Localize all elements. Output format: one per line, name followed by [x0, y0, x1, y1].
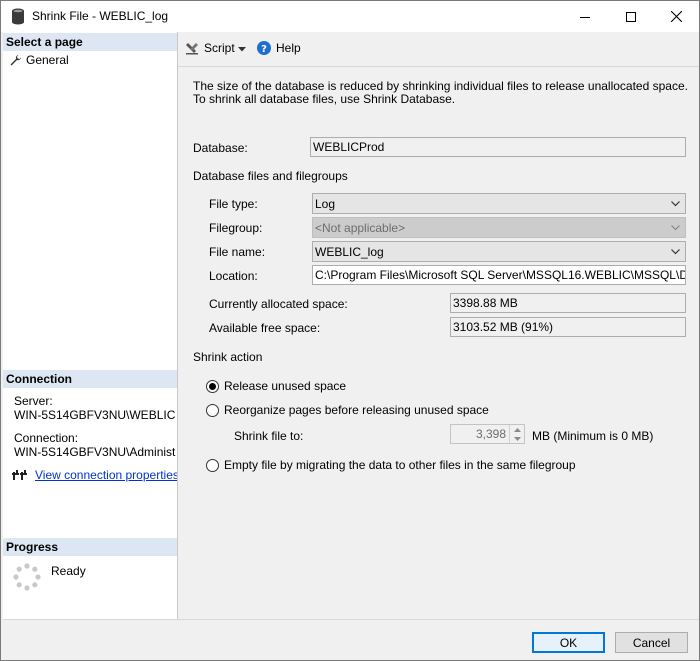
chevron-down-icon: [671, 249, 680, 255]
empty-file-label: Empty file by migrating the data to othe…: [224, 458, 576, 472]
free-space-field: 3103.52 MB (91%): [450, 317, 686, 337]
allocated-space-label: Currently allocated space:: [209, 297, 348, 311]
database-icon: [11, 8, 25, 25]
page-item-general[interactable]: General: [9, 52, 69, 68]
script-dropdown-arrow-icon[interactable]: [238, 47, 246, 52]
shrink-file-dialog: Shrink File - WEBLIC_log Select a page G…: [0, 0, 700, 661]
database-field: WEBLICProd: [310, 137, 686, 157]
script-button[interactable]: Script: [185, 41, 235, 55]
filegroup-label: Filegroup:: [209, 221, 263, 235]
window-title: Shrink File - WEBLIC_log: [32, 9, 169, 23]
progress-spinner-icon: [13, 563, 41, 591]
progress-status: Ready: [51, 564, 86, 578]
cancel-button[interactable]: Cancel: [615, 632, 688, 653]
server-value: WIN-5S14GBFV3NU\WEBLIC: [14, 408, 176, 422]
shrink-file-to-stepper: 3,398: [450, 424, 525, 444]
minimize-icon: [580, 16, 590, 18]
script-icon: [186, 42, 198, 54]
allocated-space-field: 3398.88 MB: [450, 293, 686, 313]
stepper-buttons: [509, 425, 524, 443]
close-icon: [670, 11, 682, 22]
view-connection-row: View connection properties: [12, 468, 179, 482]
file-name-dropdown[interactable]: WEBLIC_log: [312, 241, 686, 262]
files-group-label: Database files and filegroups: [193, 169, 348, 183]
connection-properties-icon: [12, 470, 27, 480]
button-bar: OK Cancel: [3, 619, 699, 660]
reorganize-pages-option[interactable]: Reorganize pages before releasing unused…: [206, 403, 489, 417]
chevron-up-icon: [513, 427, 521, 432]
chevron-down-icon: [671, 201, 680, 207]
file-type-value: Log: [315, 197, 336, 211]
maximize-button[interactable]: [608, 1, 654, 32]
shrink-file-to-label: Shrink file to:: [234, 429, 304, 443]
view-connection-properties-link[interactable]: View connection properties: [35, 468, 179, 482]
connection-value: WIN-5S14GBFV3NU\Administrator: [14, 445, 176, 459]
release-radio[interactable]: [206, 379, 219, 393]
help-button[interactable]: ? Help: [257, 41, 301, 55]
shrink-file-to-unit: MB (Minimum is 0 MB): [532, 429, 654, 443]
close-button[interactable]: [653, 1, 699, 32]
description-text: The size of the database is reduced by s…: [193, 79, 688, 106]
wrench-icon: [10, 54, 21, 65]
stepper-down-button: [510, 434, 524, 443]
filegroup-dropdown: <Not applicable>: [312, 217, 686, 238]
left-panel: Select a page General Connection Server:…: [3, 32, 179, 619]
help-label: Help: [276, 41, 301, 55]
help-icon: ?: [257, 41, 271, 55]
ok-button[interactable]: OK: [532, 632, 605, 653]
release-unused-space-option[interactable]: Release unused space: [206, 379, 346, 393]
page-item-label: General: [26, 53, 69, 67]
empty-file-radio[interactable]: [206, 458, 219, 472]
connection-header: Connection: [3, 370, 177, 388]
file-name-label: File name:: [209, 245, 266, 259]
server-label: Server:: [14, 394, 53, 408]
script-label: Script: [204, 41, 235, 55]
shrink-file-to-value: 3,398: [475, 427, 506, 441]
select-page-header: Select a page: [3, 33, 177, 51]
release-label: Release unused space: [224, 379, 347, 393]
free-space-label: Available free space:: [209, 321, 321, 335]
toolbar-separator: [178, 66, 699, 67]
connection-label: Connection:: [14, 431, 79, 445]
stepper-up-button: [510, 425, 524, 434]
chevron-down-icon: [513, 436, 521, 441]
file-name-value: WEBLIC_log: [315, 245, 384, 259]
shrink-action-label: Shrink action: [193, 350, 263, 364]
maximize-icon: [626, 11, 636, 22]
minimize-button[interactable]: [562, 1, 608, 32]
reorganize-radio[interactable]: [206, 403, 219, 417]
filegroup-value: <Not applicable>: [315, 221, 406, 235]
chevron-down-icon: [671, 225, 680, 231]
database-label: Database:: [193, 141, 248, 155]
file-type-dropdown[interactable]: Log: [312, 193, 686, 214]
svg-text:?: ?: [261, 44, 267, 55]
right-panel: Script ? Help The size of the database i…: [178, 32, 699, 619]
reorganize-label: Reorganize pages before releasing unused…: [224, 403, 489, 417]
toolbar: Script ? Help: [178, 32, 699, 66]
location-field[interactable]: C:\Program Files\Microsoft SQL Server\MS…: [312, 265, 686, 285]
file-type-label: File type:: [209, 197, 258, 211]
progress-header: Progress: [3, 538, 177, 556]
empty-file-option[interactable]: Empty file by migrating the data to othe…: [206, 458, 576, 472]
location-label: Location:: [209, 269, 258, 283]
title-bar: Shrink File - WEBLIC_log: [1, 1, 699, 32]
